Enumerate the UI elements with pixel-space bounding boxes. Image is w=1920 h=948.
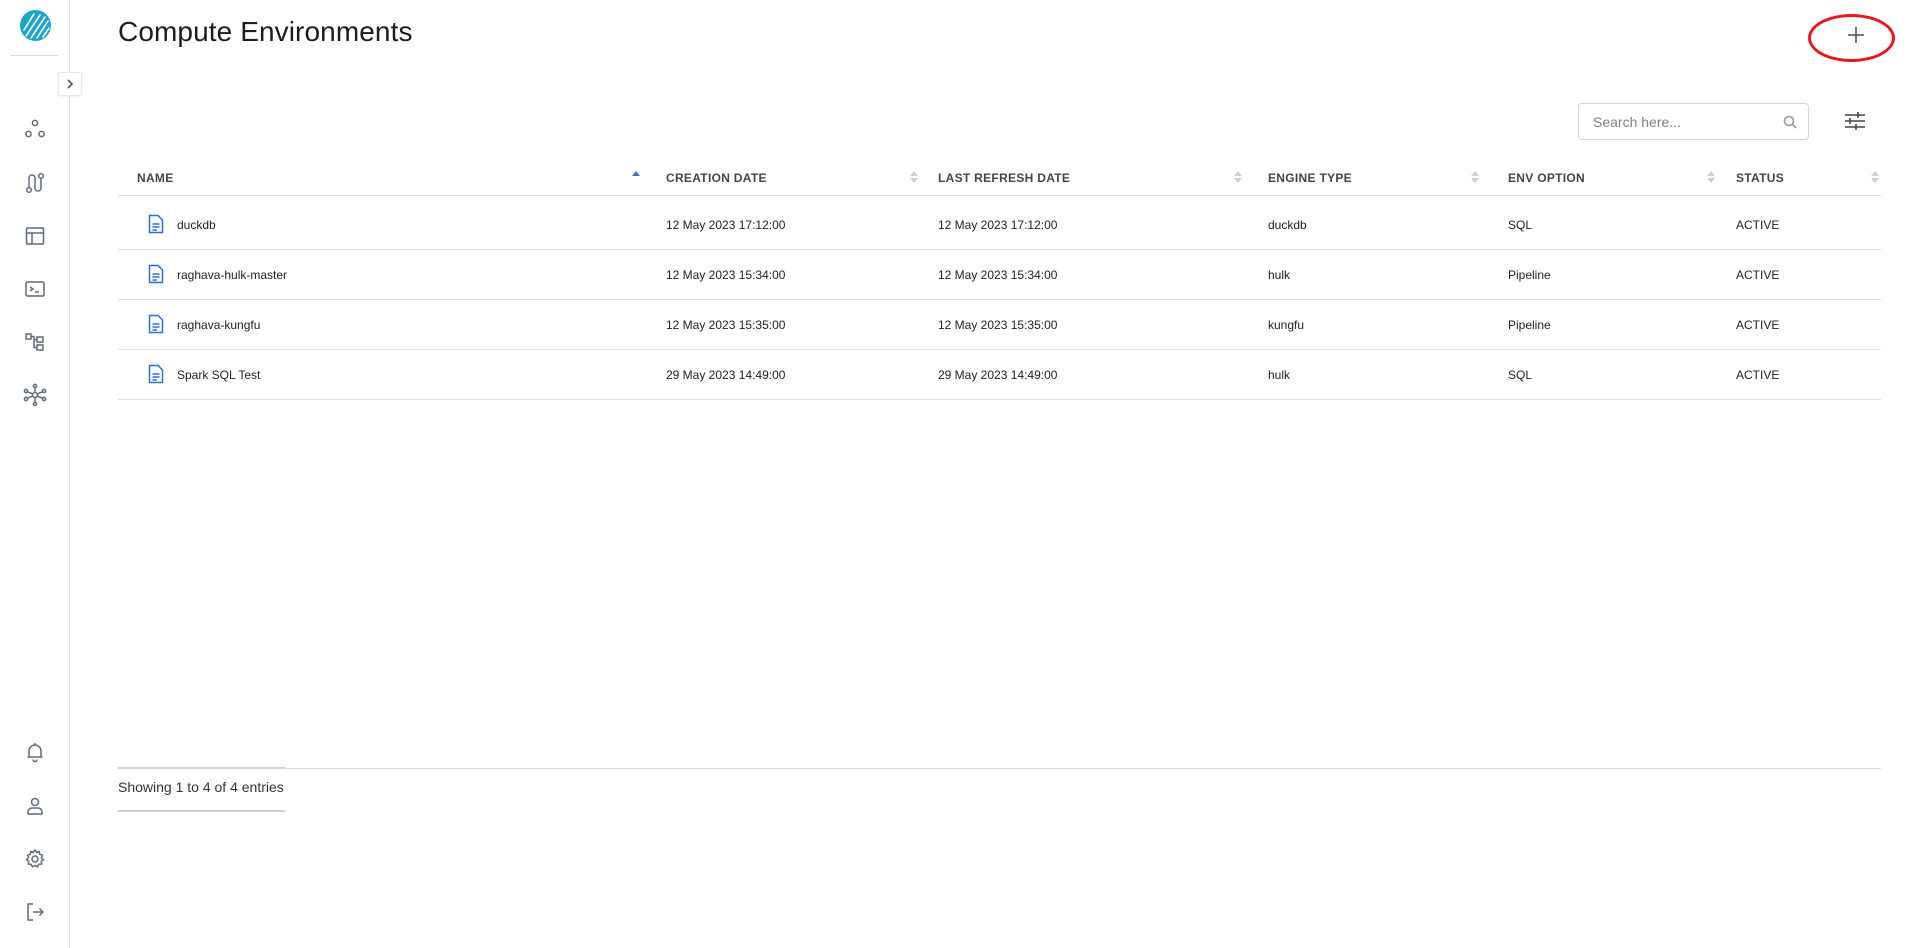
sort-icon[interactable] (909, 170, 919, 184)
creation-date-cell: 12 May 2023 15:34:00 (666, 268, 786, 282)
page-title: Compute Environments (118, 16, 413, 47)
status-cell: ACTIVE (1736, 318, 1780, 332)
engine-type-cell: hulk (1268, 268, 1291, 282)
sort-icon[interactable] (1706, 170, 1716, 184)
creation-date-cell: 12 May 2023 15:35:00 (666, 318, 786, 332)
column-header-env-option[interactable]: ENV OPTION (1508, 160, 1585, 196)
env-option-cell: Pipeline (1508, 268, 1551, 282)
document-icon (148, 214, 164, 234)
nav-network-icon[interactable] (23, 383, 47, 407)
engine-type-cell: kungfu (1268, 318, 1305, 332)
creation-date-cell: 29 May 2023 14:49:00 (666, 368, 786, 382)
nav-workflows-icon[interactable] (23, 117, 47, 141)
document-icon (148, 314, 164, 334)
table-footer-divider (118, 768, 1881, 769)
environments-table: NAME CREATION DATE LAST REFRESH DATE ENG… (118, 160, 1881, 400)
column-header-last-refresh-date[interactable]: LAST REFRESH DATE (938, 160, 1070, 196)
document-icon (148, 264, 164, 284)
env-option-cell: SQL (1508, 218, 1533, 232)
last-refresh-date-cell: 12 May 2023 17:12:00 (938, 218, 1058, 232)
table-row[interactable]: raghava-kungfu 12 May 2023 15:35:00 12 M… (118, 300, 1881, 350)
env-option-cell: Pipeline (1508, 318, 1551, 332)
sliders-icon (1845, 112, 1865, 130)
sort-ascending-icon[interactable] (631, 170, 641, 184)
status-cell: ACTIVE (1736, 268, 1780, 282)
document-icon (148, 364, 164, 384)
status-cell: ACTIVE (1736, 368, 1780, 382)
last-refresh-date-cell: 29 May 2023 14:49:00 (938, 368, 1058, 382)
bell-icon[interactable] (23, 740, 47, 764)
filter-settings-button[interactable] (1842, 108, 1868, 134)
env-option-cell: SQL (1508, 368, 1533, 382)
engine-type-cell: duckdb (1268, 218, 1307, 232)
last-refresh-date-cell: 12 May 2023 15:34:00 (938, 268, 1058, 282)
column-header-name[interactable]: NAME (137, 160, 174, 196)
entries-info: Showing 1 to 4 of 4 entries (118, 779, 284, 795)
table-row[interactable]: Spark SQL Test 29 May 2023 14:49:00 29 M… (118, 350, 1881, 400)
sort-icon[interactable] (1870, 170, 1880, 184)
env-name-link[interactable]: duckdb (177, 200, 216, 250)
column-header-status[interactable]: STATUS (1736, 160, 1784, 196)
status-cell: ACTIVE (1736, 218, 1780, 232)
sidebar-divider (10, 55, 58, 56)
app-logo-icon[interactable] (20, 10, 51, 41)
sidebar-expand-button[interactable] (58, 72, 82, 96)
search-box (1578, 103, 1809, 140)
add-environment-button[interactable] (1836, 20, 1876, 50)
env-name-link[interactable]: raghava-kungfu (177, 300, 260, 350)
sidebar (0, 0, 70, 948)
nav-tables-icon[interactable] (23, 224, 47, 248)
search-icon[interactable] (1783, 115, 1797, 129)
info-border-bottom (118, 810, 285, 812)
env-name-link[interactable]: raghava-hulk-master (177, 250, 287, 300)
engine-type-cell: hulk (1268, 368, 1291, 382)
last-refresh-date-cell: 12 May 2023 15:35:00 (938, 318, 1058, 332)
plus-icon (1848, 27, 1864, 43)
table-row[interactable]: duckdb 12 May 2023 17:12:00 12 May 2023 … (118, 200, 1881, 250)
nav-pipelines-icon[interactable] (23, 171, 47, 195)
creation-date-cell: 12 May 2023 17:12:00 (666, 218, 786, 232)
table-header: NAME CREATION DATE LAST REFRESH DATE ENG… (118, 160, 1881, 196)
user-icon[interactable] (23, 794, 47, 818)
nav-hierarchy-icon[interactable] (23, 330, 47, 354)
search-input[interactable] (1580, 105, 1775, 138)
gear-icon[interactable] (23, 847, 47, 871)
logout-icon[interactable] (23, 900, 47, 924)
info-border-top (118, 767, 285, 769)
column-header-engine-type[interactable]: ENGINE TYPE (1268, 160, 1352, 196)
column-header-creation-date[interactable]: CREATION DATE (666, 160, 767, 196)
chevron-right-icon (67, 79, 74, 89)
env-name-link[interactable]: Spark SQL Test (177, 350, 260, 400)
sort-icon[interactable] (1233, 170, 1243, 184)
sort-icon[interactable] (1470, 170, 1480, 184)
nav-console-icon[interactable] (23, 277, 47, 301)
table-row[interactable]: raghava-hulk-master 12 May 2023 15:34:00… (118, 250, 1881, 300)
